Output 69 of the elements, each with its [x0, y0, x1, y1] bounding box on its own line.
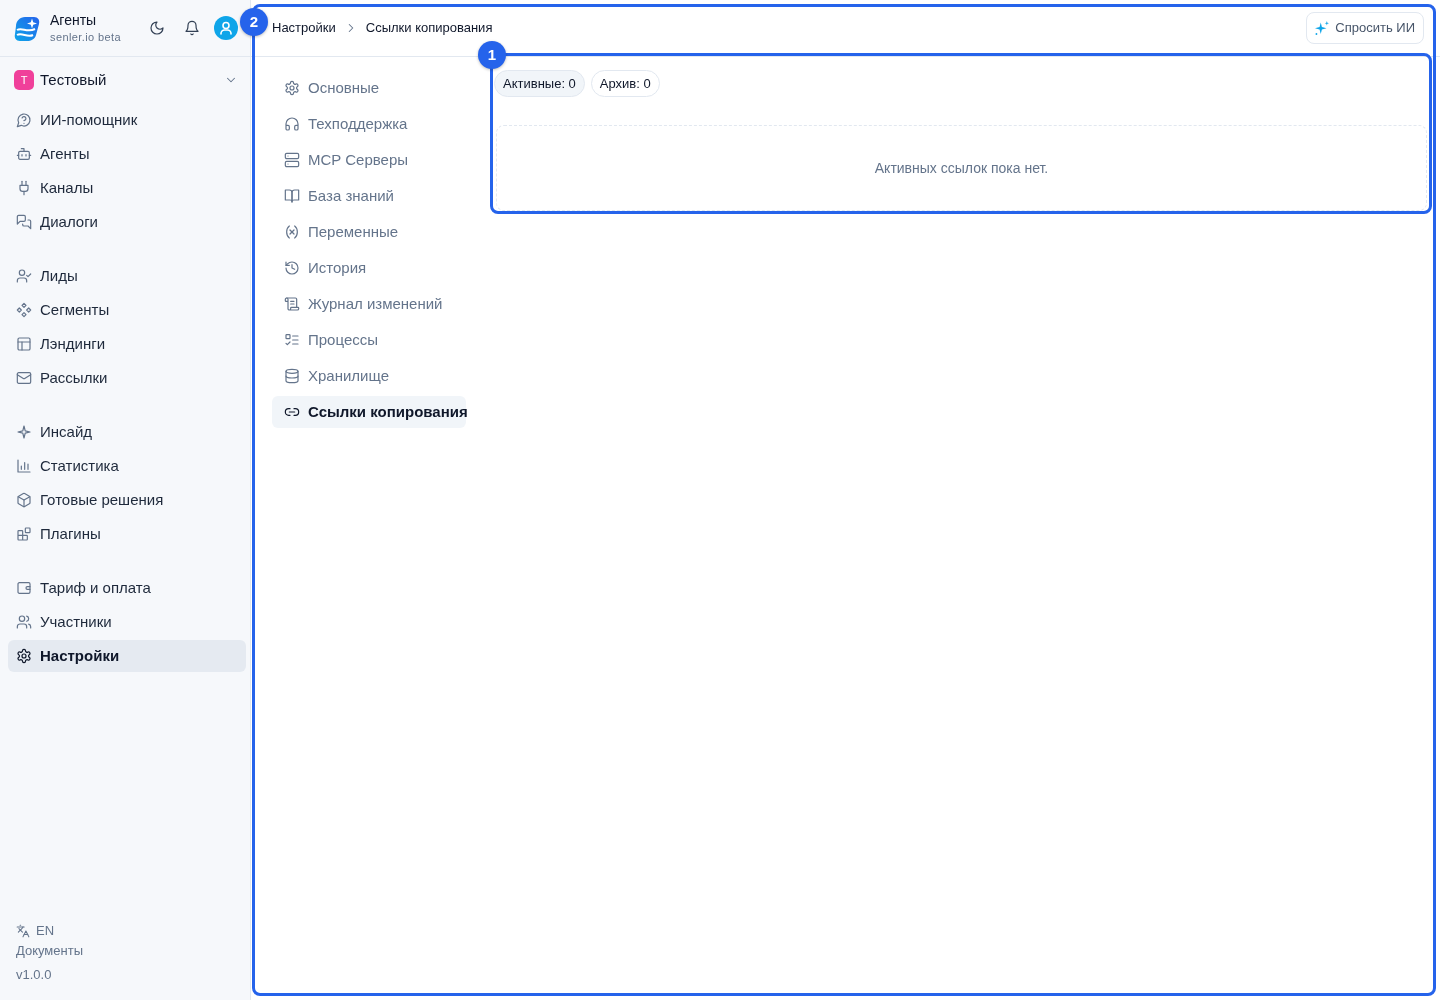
sidebar-item[interactable]: Диалоги	[8, 206, 246, 238]
sidebar-item[interactable]: Тариф и оплата	[8, 572, 246, 604]
settings-nav-item[interactable]: Процессы	[272, 324, 466, 356]
checklist-icon	[284, 332, 300, 348]
settings-nav-item[interactable]: База знаний	[272, 180, 466, 212]
user-avatar-icon[interactable]	[214, 16, 238, 40]
book-icon	[284, 188, 300, 204]
settings-nav-item[interactable]: Ссылки копирования	[272, 396, 466, 428]
server-icon	[284, 152, 300, 168]
sidebar-item[interactable]: Плагины	[8, 518, 246, 550]
history-icon	[284, 260, 300, 276]
breadcrumb-current: Ссылки копирования	[365, 19, 493, 38]
sparkle-icon	[16, 424, 32, 440]
version-text: v1.0.0	[16, 967, 52, 982]
ask-ai-button[interactable]: Спросить ИИ	[1306, 12, 1424, 44]
bar-chart-icon	[16, 458, 32, 474]
settings-nav-item[interactable]: Техподдержка	[272, 108, 466, 140]
annotation-number: 1	[478, 41, 506, 69]
layout-icon	[16, 336, 32, 352]
workspace-selector[interactable]: Т Тестовый	[0, 68, 250, 92]
filter-tab[interactable]: Архив: 0	[590, 70, 660, 97]
plug-icon	[16, 180, 32, 196]
breadcrumb-link[interactable]: Настройки	[272, 18, 336, 38]
workspace-avatar: Т	[14, 70, 34, 90]
sidebar-item[interactable]: Сегменты	[8, 294, 246, 326]
blocks-icon	[16, 526, 32, 542]
robot-icon	[16, 146, 32, 162]
diamonds-icon	[16, 302, 32, 318]
sidebar-item[interactable]: Рассылки	[8, 362, 246, 394]
sidebar-item[interactable]: Готовые решения	[8, 484, 246, 516]
sidebar-item[interactable]: ИИ-помощник	[8, 104, 246, 136]
headphones-icon	[284, 116, 300, 132]
docs-link[interactable]: Документы	[16, 941, 83, 961]
brand-title: Агенты	[50, 13, 98, 29]
settings-icon	[284, 80, 300, 96]
moon-icon[interactable]	[149, 20, 165, 36]
database-icon	[284, 368, 300, 384]
language-link[interactable]: EN	[16, 921, 55, 941]
bell-icon[interactable]	[184, 20, 200, 36]
sidebar-item[interactable]: Каналы	[8, 172, 246, 204]
settings-nav-item[interactable]: MCP Серверы	[272, 144, 466, 176]
wallet-icon	[16, 580, 32, 596]
sidebar-item[interactable]: Агенты	[8, 138, 246, 170]
settings-nav-item[interactable]: Основные	[272, 72, 466, 104]
empty-state-text: Активных ссылок пока нет.	[874, 158, 1049, 178]
settings-nav-item[interactable]: Переменные	[272, 216, 466, 248]
settings-nav-item[interactable]: Хранилище	[272, 360, 466, 392]
envelope-icon	[16, 370, 32, 386]
sidebar-item[interactable]: Настройки	[8, 640, 246, 672]
users-icon	[16, 614, 32, 630]
settings-nav-item[interactable]: История	[272, 252, 466, 284]
sparkles-icon	[1315, 21, 1330, 35]
sidebar-item[interactable]: Статистика	[8, 450, 246, 482]
sidebar-item[interactable]: Лиды	[8, 260, 246, 292]
variable-icon	[284, 224, 300, 240]
sidebar-item[interactable]: Инсайд	[8, 416, 246, 448]
user-check-icon	[16, 268, 32, 284]
settings-icon	[16, 648, 32, 664]
scroll-icon	[284, 296, 300, 312]
translate-icon	[16, 924, 30, 938]
chat-bubbles-icon	[16, 214, 32, 230]
annotation-number: 2	[240, 8, 268, 36]
brand-subtitle: senler.io beta	[50, 30, 122, 43]
question-bubble-icon	[16, 112, 32, 128]
sidebar-item[interactable]: Участники	[8, 606, 246, 638]
cube-icon	[16, 492, 32, 508]
sidebar-item[interactable]: Лэндинги	[8, 328, 246, 360]
filter-tab[interactable]: Активные: 0	[494, 70, 585, 97]
settings-nav-item[interactable]: Журнал изменений	[272, 288, 466, 320]
